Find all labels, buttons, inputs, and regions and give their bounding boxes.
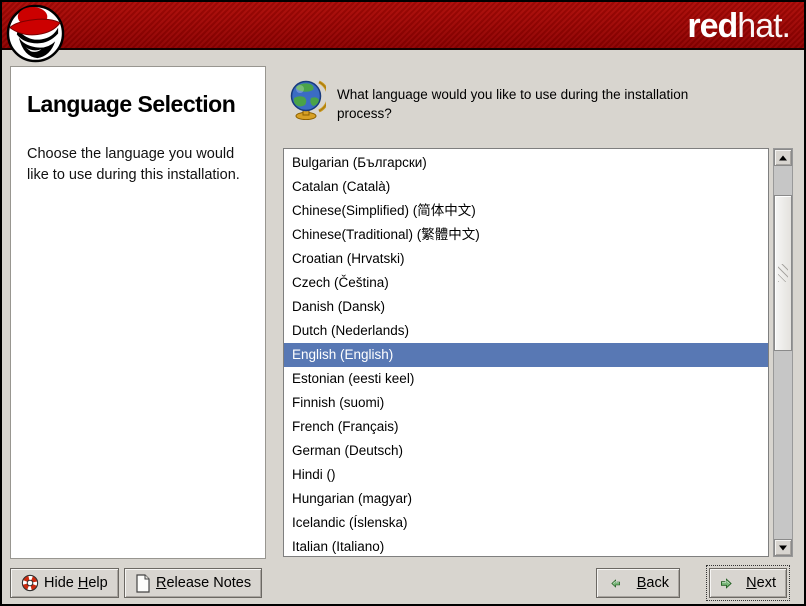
list-item[interactable]: Hungarian (magyar) [284, 487, 768, 511]
question-text: What language would you like to use duri… [337, 85, 723, 123]
brand-light: hat. [737, 7, 790, 45]
next-button-focus-ring: Next [706, 565, 790, 601]
back-button[interactable]: Back [596, 568, 680, 598]
list-item[interactable]: Icelandic (Íslenska) [284, 511, 768, 535]
list-item[interactable]: German (Deutsch) [284, 439, 768, 463]
list-item[interactable]: Czech (Čeština) [284, 271, 768, 295]
arrow-left-icon [611, 576, 621, 591]
list-item[interactable]: Bulgarian (Български) [284, 151, 768, 175]
question-row: What language would you like to use duri… [289, 78, 723, 123]
triangle-up-icon [779, 155, 787, 160]
back-label: Back [637, 575, 669, 591]
release-notes-label: Release Notes [156, 575, 251, 591]
list-scrollbar[interactable] [773, 148, 793, 557]
help-panel: Language Selection Choose the language y… [10, 66, 266, 559]
hide-help-button[interactable]: Hide Help [10, 568, 119, 598]
scrollbar-thumb[interactable] [774, 195, 792, 351]
redhat-wordmark: redhat. [687, 4, 790, 48]
language-list[interactable]: Bulgarian (Български)Catalan (Català)Chi… [283, 148, 769, 557]
scroll-up-button[interactable] [774, 149, 792, 166]
triangle-down-icon [779, 545, 787, 550]
list-item[interactable]: Hindi () [284, 463, 768, 487]
list-item[interactable]: Chinese(Simplified) (简体中文) [284, 199, 768, 223]
document-icon [135, 574, 151, 593]
list-item[interactable]: Danish (Dansk) [284, 295, 768, 319]
list-item[interactable]: French (Français) [284, 415, 768, 439]
arrow-right-icon [720, 576, 732, 591]
page-title: Language Selection [27, 91, 249, 118]
list-item[interactable]: Croatian (Hrvatski) [284, 247, 768, 271]
list-item[interactable]: Dutch (Nederlands) [284, 319, 768, 343]
scroll-down-button[interactable] [774, 539, 792, 556]
release-notes-button[interactable]: Release Notes [124, 568, 262, 598]
installer-window: redhat. Language Selection Choose the la… [0, 0, 806, 606]
redhat-shadowman-icon [6, 4, 65, 63]
list-item[interactable]: Chinese(Traditional) (繁體中文) [284, 223, 768, 247]
globe-icon [289, 78, 326, 120]
list-item[interactable]: Estonian (eesti keel) [284, 367, 768, 391]
list-item[interactable]: Finnish (suomi) [284, 391, 768, 415]
list-item[interactable]: Catalan (Català) [284, 175, 768, 199]
lifebuoy-icon [21, 574, 39, 592]
next-label: Next [746, 575, 776, 591]
list-item-selected[interactable]: English (English) [284, 343, 768, 367]
hide-help-label: Hide Help [44, 575, 108, 591]
header-banner: redhat. [2, 2, 804, 50]
help-text: Choose the language you would like to us… [27, 144, 249, 186]
next-button[interactable]: Next [709, 568, 787, 598]
brand-bold: red [687, 7, 737, 45]
list-item[interactable]: Italian (Italiano) [284, 535, 768, 557]
